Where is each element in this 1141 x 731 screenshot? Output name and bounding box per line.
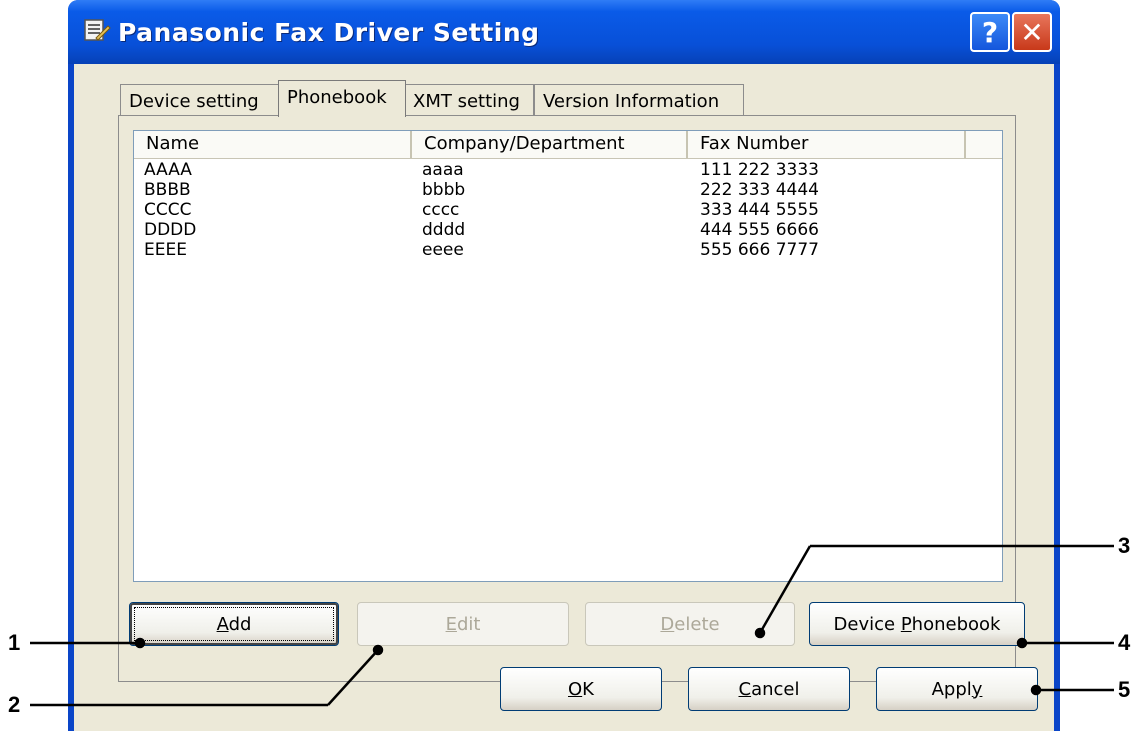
cancel-button[interactable]: Cancel xyxy=(688,667,850,711)
company-cell: eeee xyxy=(422,240,464,260)
dialog-window: Panasonic Fax Driver Setting ? ✕ Device … xyxy=(68,0,1060,731)
apply-label: Apply xyxy=(931,678,983,700)
company-cell: dddd xyxy=(422,220,466,240)
ok-button[interactable]: OK xyxy=(500,667,662,711)
edit-button[interactable]: Edit xyxy=(357,602,569,646)
window-title: Panasonic Fax Driver Setting xyxy=(118,18,540,47)
name-cell: CCCC xyxy=(144,200,192,220)
column-header-filler xyxy=(966,131,1004,158)
list-rows: AAAA aaaa 111 222 3333 BBBB bbbb 222 333… xyxy=(134,160,1002,260)
company-cell: aaaa xyxy=(422,160,464,180)
company-cell: bbbb xyxy=(422,180,466,200)
callout-2: 2 xyxy=(8,692,21,717)
help-button[interactable]: ? xyxy=(970,12,1010,52)
phonebook-panel: Name Company/Department Fax Number AAAA … xyxy=(118,115,1025,682)
device-phonebook-button[interactable]: Device Phonebook xyxy=(809,602,1025,646)
table-row[interactable]: BBBB bbbb 222 333 4444 xyxy=(134,180,1002,200)
table-row[interactable]: AAAA aaaa 111 222 3333 xyxy=(134,160,1002,180)
ok-label: OK xyxy=(568,678,594,700)
column-header-name[interactable]: Name xyxy=(134,131,412,158)
close-button[interactable]: ✕ xyxy=(1012,12,1052,52)
add-button[interactable]: Add xyxy=(129,602,339,646)
phonebook-list[interactable]: Name Company/Department Fax Number AAAA … xyxy=(133,130,1003,582)
column-header-fax-number[interactable]: Fax Number xyxy=(688,131,966,158)
company-cell: cccc xyxy=(422,200,460,220)
table-row[interactable]: CCCC cccc 333 444 5555 xyxy=(134,200,1002,220)
help-icon: ? xyxy=(981,15,999,49)
name-cell: DDDD xyxy=(144,220,197,240)
table-row[interactable]: DDDD dddd 444 555 6666 xyxy=(134,220,1002,240)
apply-button[interactable]: Apply xyxy=(876,667,1038,711)
fax-number-cell: 333 444 5555 xyxy=(700,200,819,220)
cancel-label: Cancel xyxy=(738,678,800,700)
delete-button[interactable]: Delete xyxy=(585,602,795,646)
fax-driver-icon xyxy=(84,19,111,41)
callout-5: 5 xyxy=(1118,677,1131,702)
name-cell: AAAA xyxy=(144,160,192,180)
tab-version-information[interactable]: Version Information xyxy=(534,84,744,116)
edit-label: Edit xyxy=(445,613,481,635)
title-bar[interactable]: Panasonic Fax Driver Setting ? ✕ xyxy=(68,0,1060,64)
callout-1: 1 xyxy=(8,630,21,655)
table-row[interactable]: EEEE eeee 555 666 7777 xyxy=(134,240,1002,260)
fax-number-cell: 222 333 4444 xyxy=(700,180,819,200)
fax-number-cell: 444 555 6666 xyxy=(700,220,819,240)
list-header: Name Company/Department Fax Number xyxy=(134,131,1002,159)
device-phonebook-label: Device Phonebook xyxy=(833,613,1001,635)
dialog-body: Device setting Phonebook XMT setting Ver… xyxy=(74,64,1054,731)
callout-4: 4 xyxy=(1118,630,1131,655)
column-header-company[interactable]: Company/Department xyxy=(412,131,688,158)
name-cell: BBBB xyxy=(144,180,191,200)
tab-device-setting[interactable]: Device setting xyxy=(120,84,280,116)
tab-phonebook[interactable]: Phonebook xyxy=(278,80,406,117)
fax-number-cell: 111 222 3333 xyxy=(700,160,819,180)
tab-xmt-setting[interactable]: XMT setting xyxy=(404,84,534,116)
delete-label: Delete xyxy=(660,613,720,635)
add-label: Add xyxy=(216,613,252,635)
close-icon: ✕ xyxy=(1020,15,1044,49)
name-cell: EEEE xyxy=(144,240,187,260)
fax-number-cell: 555 666 7777 xyxy=(700,240,819,260)
callout-3: 3 xyxy=(1118,533,1131,558)
